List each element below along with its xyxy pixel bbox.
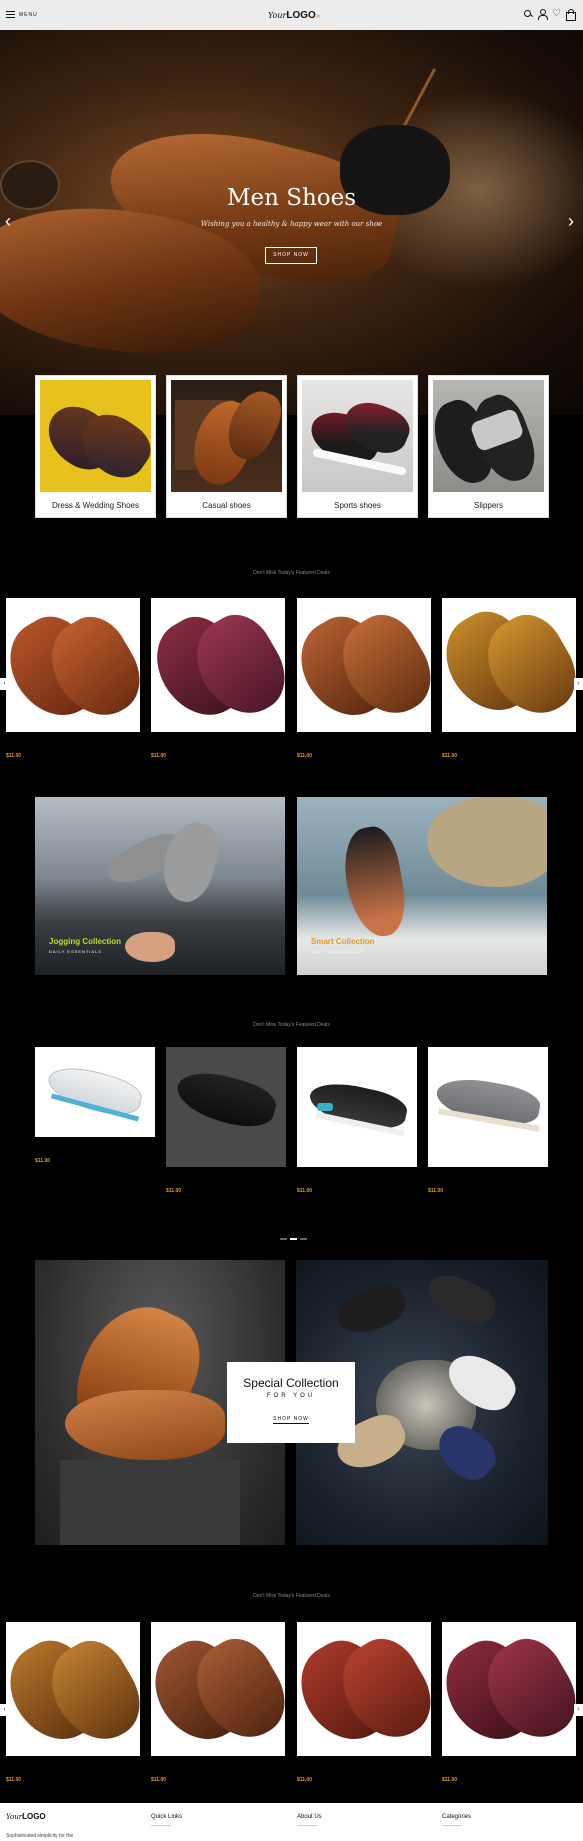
logo-mark: ®: [315, 14, 321, 20]
carousel-dot[interactable]: [300, 1238, 307, 1240]
category-label: Sports shoes: [334, 501, 381, 510]
logo-script: Your: [268, 11, 287, 20]
product-price: $11.00: [151, 753, 167, 759]
product-price: $11.00: [6, 753, 22, 759]
product-price: $11.00: [297, 1188, 313, 1194]
product-card[interactable]: [151, 598, 285, 732]
product-price: $11.00: [297, 1777, 313, 1783]
carousel-prev-icon[interactable]: ‹: [0, 678, 9, 690]
product-card[interactable]: [166, 1047, 286, 1167]
category-label: Slippers: [474, 501, 503, 510]
category-card-dress[interactable]: Dress & Wedding Shoes: [35, 375, 156, 518]
product-price: $11.00: [166, 1188, 182, 1194]
special-shop-now-button[interactable]: SHOP NOW: [273, 1416, 309, 1424]
product-price: $11.00: [297, 753, 313, 759]
footer-logo-script: Your: [6, 1813, 23, 1821]
hero-banner: Men Shoes Wishing you a healthy & happy …: [0, 30, 583, 415]
footer-divider: [297, 1825, 317, 1826]
banner-title: Jogging Collection: [49, 937, 121, 946]
special-title: Special Collection: [243, 1376, 339, 1390]
footer-heading-quick-links: Quick Links: [151, 1814, 183, 1820]
hero-shop-now-button[interactable]: SHOP NOW: [265, 247, 317, 264]
product-card[interactable]: [428, 1047, 548, 1167]
menu-button[interactable]: MENU: [6, 11, 38, 18]
category-image: [302, 380, 413, 492]
banner-title: Smart Collection: [311, 937, 375, 946]
footer-divider: [442, 1825, 462, 1826]
product-price: $11.00: [6, 1777, 22, 1783]
header-actions: ♡: [524, 9, 576, 21]
search-icon[interactable]: [524, 9, 533, 19]
wishlist-icon[interactable]: ♡: [552, 9, 561, 19]
carousel-prev-icon[interactable]: ‹: [0, 1704, 9, 1716]
section-title: Don't Miss Today's Featured Deals: [253, 1593, 330, 1599]
product-card[interactable]: [297, 598, 431, 732]
product-price: $11.00: [442, 1777, 458, 1783]
special-collection-card[interactable]: Special Collection FOR YOU SHOP NOW: [227, 1362, 355, 1443]
logo-bold: LOGO: [286, 10, 316, 21]
hero-subtitle: Wishing you a healthy & happy wear with …: [200, 220, 383, 228]
cart-icon[interactable]: [566, 9, 576, 21]
product-price: $11.00: [35, 1158, 51, 1164]
product-card[interactable]: [151, 1622, 285, 1756]
category-label: Dress & Wedding Shoes: [51, 501, 139, 510]
banner-smart[interactable]: Smart Collection DAILY ESSENTIALS: [297, 797, 547, 975]
account-icon[interactable]: [538, 9, 548, 20]
category-image: [171, 380, 282, 492]
product-price: $11.00: [151, 1777, 167, 1783]
product-card[interactable]: [442, 598, 576, 732]
special-subtitle: FOR YOU: [266, 1393, 316, 1399]
carousel-next-icon[interactable]: ›: [574, 1704, 583, 1716]
category-card-sports[interactable]: Sports shoes: [297, 375, 418, 518]
site-footer: YourLOGO Sophisticated simplicity for th…: [0, 1803, 583, 1841]
product-card[interactable]: [297, 1622, 431, 1756]
hero-next-arrow-icon[interactable]: ›: [568, 212, 574, 230]
footer-heading-categories: Categories: [442, 1814, 472, 1820]
carousel-dot[interactable]: [280, 1238, 287, 1240]
footer-divider: [151, 1825, 171, 1826]
banner-subtitle: DAILY ESSENTIALS: [49, 949, 102, 954]
site-header: MENU YourLOGO® ♡: [0, 0, 583, 30]
category-image: [40, 380, 151, 492]
section-title: Don't Miss Today's Featured Deals: [253, 1022, 330, 1028]
menu-label: MENU: [19, 11, 38, 18]
category-image: [433, 380, 544, 492]
category-card-slippers[interactable]: Slippers: [428, 375, 549, 518]
carousel-dots: [280, 1238, 307, 1240]
product-card[interactable]: [297, 1047, 417, 1167]
carousel-next-icon[interactable]: ›: [574, 678, 583, 690]
footer-logo-bold: LOGO: [22, 1812, 46, 1821]
section-title: Don't Miss Today's Featured Deals: [253, 570, 330, 576]
footer-tagline: Sophisticated simplicity for the: [6, 1833, 74, 1839]
product-card[interactable]: [6, 1622, 140, 1756]
footer-logo[interactable]: YourLOGO: [6, 1812, 46, 1821]
category-label: Casual shoes: [202, 501, 251, 510]
site-logo[interactable]: YourLOGO®: [268, 10, 321, 21]
product-card[interactable]: [442, 1622, 576, 1756]
category-card-casual[interactable]: Casual shoes: [166, 375, 287, 518]
carousel-dot-active[interactable]: [290, 1238, 297, 1240]
product-price: $11.00: [442, 753, 458, 759]
hero-prev-arrow-icon[interactable]: ‹: [5, 212, 11, 230]
hero-title: Men Shoes: [226, 185, 357, 211]
hamburger-icon: [6, 11, 15, 18]
banner-subtitle: DAILY ESSENTIALS: [311, 949, 364, 954]
product-card[interactable]: [35, 1047, 155, 1137]
footer-heading-about: About Us: [297, 1814, 322, 1820]
product-card[interactable]: [6, 598, 140, 732]
product-price: $11.00: [428, 1188, 444, 1194]
banner-jogging[interactable]: Jogging Collection DAILY ESSENTIALS: [35, 797, 285, 975]
